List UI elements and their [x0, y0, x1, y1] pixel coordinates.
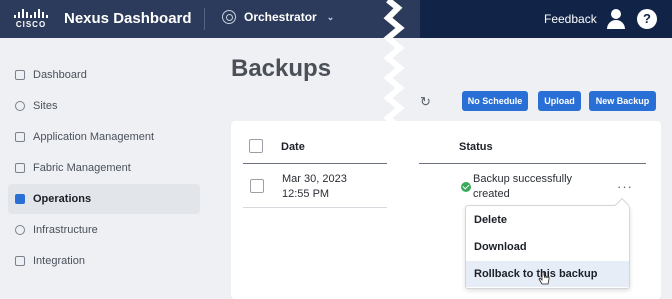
success-check-icon [461, 182, 471, 192]
operations-icon [15, 194, 25, 204]
sidebar-item-label: Sites [33, 100, 58, 112]
no-schedule-button[interactable]: No Schedule [462, 91, 528, 111]
sidebar-item-label: Fabric Management [33, 162, 131, 174]
backup-date: Mar 30, 2023 12:55 PM [282, 172, 347, 202]
select-all-checkbox[interactable] [249, 139, 263, 153]
sidebar-item-infrastructure[interactable]: Infrastructure [8, 215, 200, 245]
crop-break-divider [383, 0, 405, 299]
cisco-logo-bars [12, 9, 50, 18]
column-header-date[interactable]: Date [281, 141, 305, 153]
context-label: Orchestrator [244, 10, 317, 24]
sidebar-item-label: Application Management [33, 131, 155, 143]
header-divider-right [419, 163, 646, 164]
new-backup-button[interactable]: New Backup [589, 91, 656, 111]
feedback-link[interactable]: Feedback [544, 12, 597, 26]
chevron-down-icon: ⌄ [326, 11, 335, 22]
fabric-icon [15, 163, 25, 173]
backup-date-day: Mar 30, 2023 [282, 173, 347, 185]
context-switcher[interactable]: Orchestrator ⌄ [222, 10, 334, 24]
refresh-icon [15, 225, 25, 235]
menu-item-download[interactable]: Download [466, 234, 629, 260]
integration-icon [15, 256, 25, 266]
sidebar-item-label: Integration [33, 255, 85, 267]
page-title: Backups [231, 55, 332, 82]
row-checkbox[interactable] [250, 179, 264, 193]
sidebar-item-label: Infrastructure [33, 224, 98, 236]
backup-date-time: 12:55 PM [282, 188, 330, 200]
sidebar-item-dashboard[interactable]: Dashboard [8, 60, 200, 90]
app-icon [15, 132, 25, 142]
cisco-wordmark: CISCO [15, 20, 47, 29]
backup-status-line1: Backup successfully [473, 173, 573, 185]
app-title[interactable]: Nexus Dashboard [64, 10, 192, 27]
sidebar-item-application-management[interactable]: Application Management [8, 122, 200, 152]
header-divider [204, 8, 205, 30]
row-actions-icon[interactable]: ··· [617, 179, 633, 194]
upload-button[interactable]: Upload [538, 91, 581, 111]
hand-cursor-icon [538, 271, 550, 285]
row-divider-left [243, 207, 387, 208]
globe-icon [15, 101, 25, 111]
sidebar-item-fabric-management[interactable]: Fabric Management [8, 153, 200, 183]
sidebar-item-sites[interactable]: Sites [8, 91, 200, 121]
backup-status-line2: created [473, 188, 510, 200]
backup-status: Backup successfully created [473, 172, 572, 202]
header-divider-left [243, 163, 387, 164]
menu-item-delete[interactable]: Delete [466, 207, 629, 233]
orchestrator-icon [222, 10, 236, 24]
sidebar-item-label: Operations [33, 193, 92, 205]
column-header-status[interactable]: Status [459, 141, 493, 153]
cisco-logo: CISCO [12, 9, 50, 31]
help-icon[interactable]: ? [637, 9, 657, 29]
user-icon[interactable] [606, 9, 626, 29]
sidebar-item-operations[interactable]: Operations [8, 184, 200, 214]
sidebar-item-label: Dashboard [33, 69, 87, 81]
dashboard-icon [15, 70, 25, 80]
sidebar-item-integration[interactable]: Integration [8, 246, 200, 276]
